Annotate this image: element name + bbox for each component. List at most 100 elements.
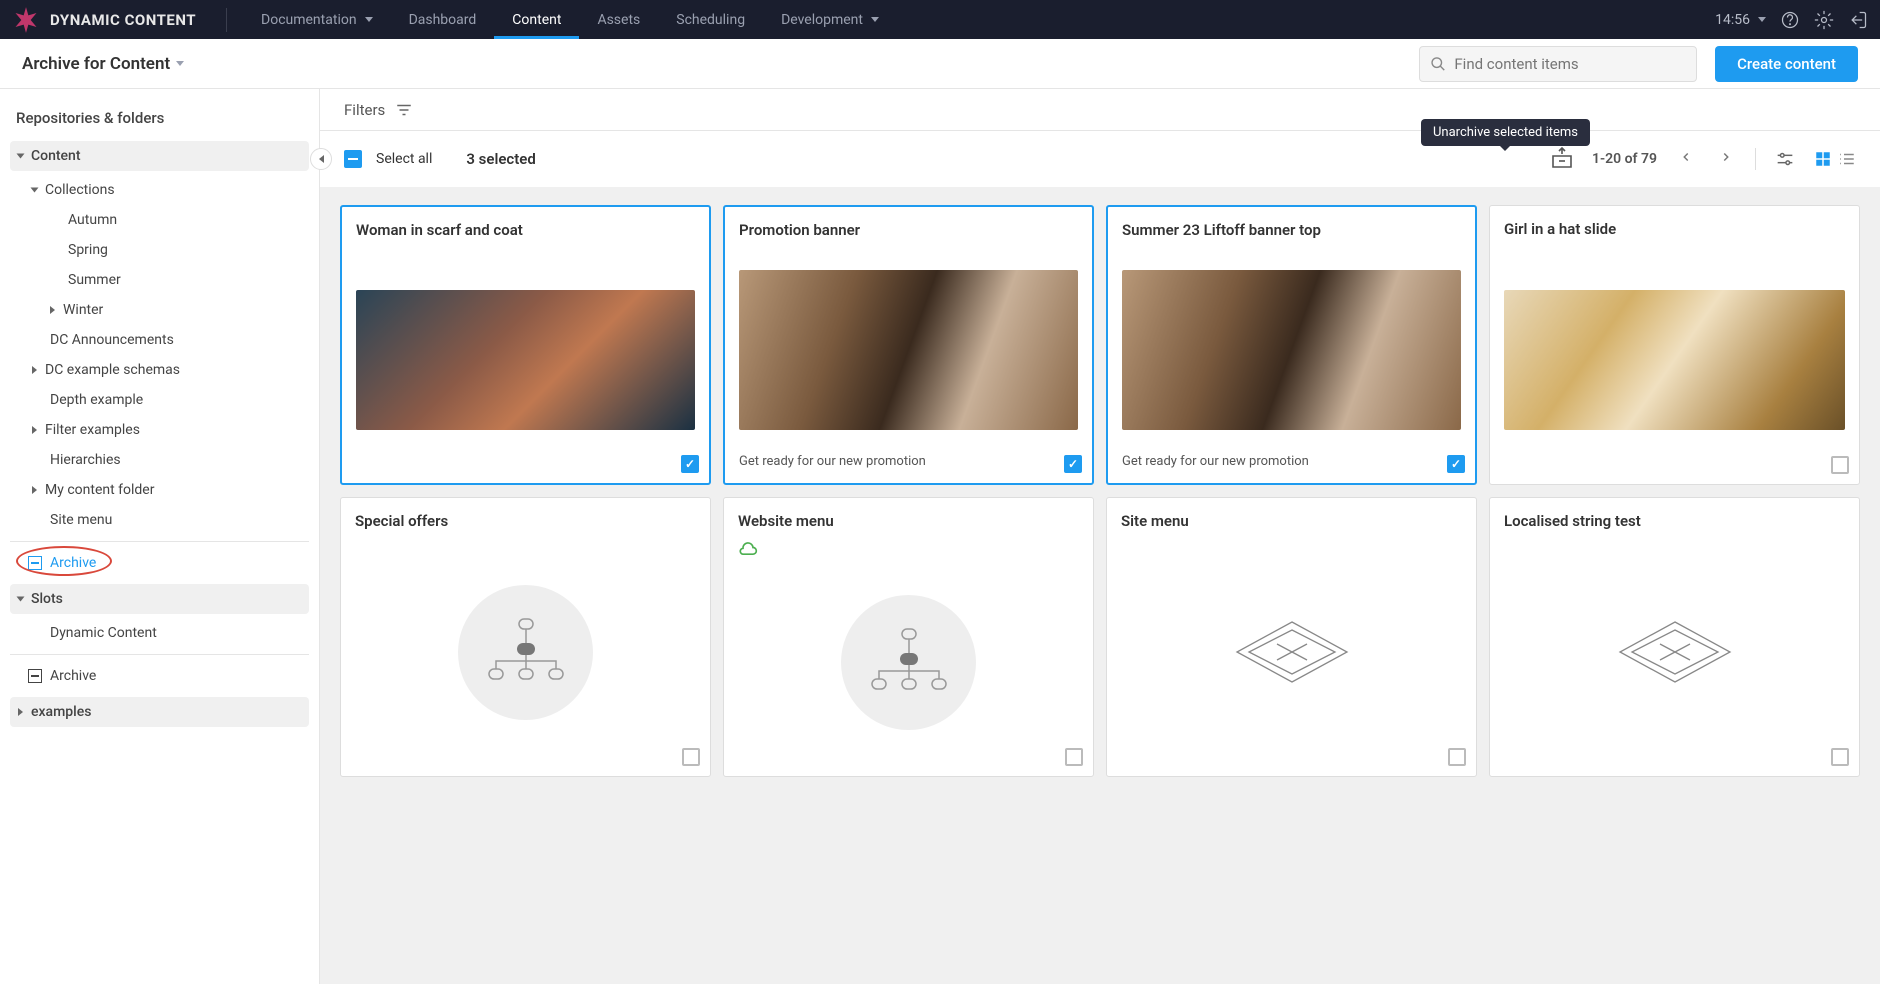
hierarchy-placeholder <box>458 585 593 720</box>
tree-label: Spring <box>68 242 108 258</box>
cloud-icon <box>738 542 758 558</box>
logout-icon[interactable] <box>1848 10 1868 30</box>
filter-icon[interactable] <box>395 101 413 119</box>
card-title: Localised string test <box>1504 512 1845 530</box>
nav-label: Documentation <box>261 12 357 28</box>
card-checkbox[interactable] <box>681 455 699 473</box>
tree-archive[interactable]: Archive <box>10 548 309 578</box>
divider <box>226 8 227 32</box>
create-content-button[interactable]: Create content <box>1715 46 1858 82</box>
tree-examples[interactable]: examples <box>10 697 309 727</box>
tree-my-content-folder[interactable]: My content folder <box>10 475 309 505</box>
card-checkbox[interactable] <box>1447 455 1465 473</box>
card-website-menu[interactable]: Website menu <box>723 497 1094 777</box>
gear-icon[interactable] <box>1814 10 1834 30</box>
thumbnail-image <box>356 290 695 430</box>
select-all-label[interactable]: Select all <box>376 151 432 167</box>
time-display[interactable]: 14:56 <box>1715 12 1766 28</box>
card-checkbox[interactable] <box>682 748 700 766</box>
tree-filter-examples[interactable]: Filter examples <box>10 415 309 445</box>
card-thumb <box>739 251 1078 448</box>
chevron-right-icon <box>50 306 55 314</box>
card-girl-hat[interactable]: Girl in a hat slide <box>1489 205 1860 485</box>
tree-slots[interactable]: Slots <box>10 584 309 614</box>
select-all-checkbox[interactable] <box>344 150 362 168</box>
hierarchy-placeholder <box>841 595 976 730</box>
filters-bar: Filters <box>320 89 1880 131</box>
tree-collections[interactable]: Collections <box>10 175 309 205</box>
unarchive-icon[interactable] <box>1550 147 1574 171</box>
card-checkbox[interactable] <box>1065 748 1083 766</box>
nav-assets[interactable]: Assets <box>579 0 658 39</box>
card-special-offers[interactable]: Special offers <box>340 497 711 777</box>
tree-dc-announcements[interactable]: DC Announcements <box>10 325 309 355</box>
card-checkbox[interactable] <box>1831 456 1849 474</box>
tree-label: Slots <box>31 591 63 607</box>
tree-label: Filter examples <box>45 422 140 438</box>
list-view-icon[interactable] <box>1838 150 1856 168</box>
search-box[interactable] <box>1419 46 1697 82</box>
card-grid: Woman in scarf and coat Promotion banner… <box>340 205 1860 777</box>
grid-view-icon[interactable] <box>1814 150 1832 168</box>
card-site-menu[interactable]: Site menu <box>1106 497 1477 777</box>
chevron-left-icon <box>319 155 324 163</box>
chevron-down-icon <box>365 17 373 22</box>
chevron-right-icon <box>32 426 37 434</box>
card-summer23-liftoff[interactable]: Summer 23 Liftoff banner top Get ready f… <box>1106 205 1477 485</box>
view-toggle <box>1814 150 1856 168</box>
help-icon[interactable] <box>1780 10 1800 30</box>
chevron-right-icon <box>18 708 23 716</box>
tree-dc-schemas[interactable]: DC example schemas <box>10 355 309 385</box>
tree-site-menu[interactable]: Site menu <box>10 505 309 535</box>
tree-summer[interactable]: Summer <box>10 265 309 295</box>
card-checkbox[interactable] <box>1064 455 1082 473</box>
pager-prev[interactable] <box>1675 146 1697 172</box>
nav-documentation[interactable]: Documentation <box>243 0 391 39</box>
diamond-placeholder <box>1610 612 1740 692</box>
nav-content[interactable]: Content <box>494 0 579 39</box>
card-checkbox[interactable] <box>1831 748 1849 766</box>
nav-scheduling[interactable]: Scheduling <box>658 0 763 39</box>
separator <box>10 654 309 655</box>
nav-dashboard[interactable]: Dashboard <box>391 0 495 39</box>
tree-winter[interactable]: Winter <box>10 295 309 325</box>
tree-label: Depth example <box>50 392 143 408</box>
card-thumb <box>738 562 1079 762</box>
tree-archive-slots[interactable]: Archive <box>10 661 309 691</box>
nav-label: Assets <box>597 12 640 28</box>
time-text: 14:56 <box>1715 12 1750 28</box>
card-promotion-banner[interactable]: Promotion banner Get ready for our new p… <box>723 205 1094 485</box>
card-title: Site menu <box>1121 512 1462 530</box>
tree-content[interactable]: Content <box>10 141 309 171</box>
sort-icon[interactable] <box>1774 148 1796 170</box>
card-woman-scarf[interactable]: Woman in scarf and coat <box>340 205 711 485</box>
tree-autumn[interactable]: Autumn <box>10 205 309 235</box>
breadcrumb-text: Archive for Content <box>22 54 170 74</box>
card-thumb <box>1504 542 1845 762</box>
search-input[interactable] <box>1454 55 1686 73</box>
tree-dynamic-content[interactable]: Dynamic Content <box>10 618 309 648</box>
tree-label: Content <box>31 148 81 164</box>
tooltip: Unarchive selected items <box>1421 119 1590 146</box>
brand-text: DYNAMIC CONTENT <box>50 11 196 29</box>
topbar-right: 14:56 <box>1715 10 1868 30</box>
tree-label: examples <box>31 704 91 720</box>
tree-hierarchies[interactable]: Hierarchies <box>10 445 309 475</box>
collapse-sidebar-button[interactable] <box>310 148 332 170</box>
tree-spring[interactable]: Spring <box>10 235 309 265</box>
diamond-placeholder <box>1227 612 1357 692</box>
card-localised-string[interactable]: Localised string test <box>1489 497 1860 777</box>
breadcrumb[interactable]: Archive for Content <box>22 54 184 74</box>
tree-label: Site menu <box>50 512 112 528</box>
card-title: Woman in scarf and coat <box>356 221 695 239</box>
selected-count: 3 selected <box>466 150 535 168</box>
nav-development[interactable]: Development <box>763 0 897 39</box>
pager-next[interactable] <box>1715 146 1737 172</box>
tree-depth-example[interactable]: Depth example <box>10 385 309 415</box>
card-checkbox[interactable] <box>1448 748 1466 766</box>
chevron-down-icon <box>176 61 184 66</box>
subheader-right: Create content <box>1419 46 1858 82</box>
nav-label: Dashboard <box>409 12 477 28</box>
tree-label: Dynamic Content <box>50 625 157 641</box>
search-icon <box>1430 55 1446 73</box>
